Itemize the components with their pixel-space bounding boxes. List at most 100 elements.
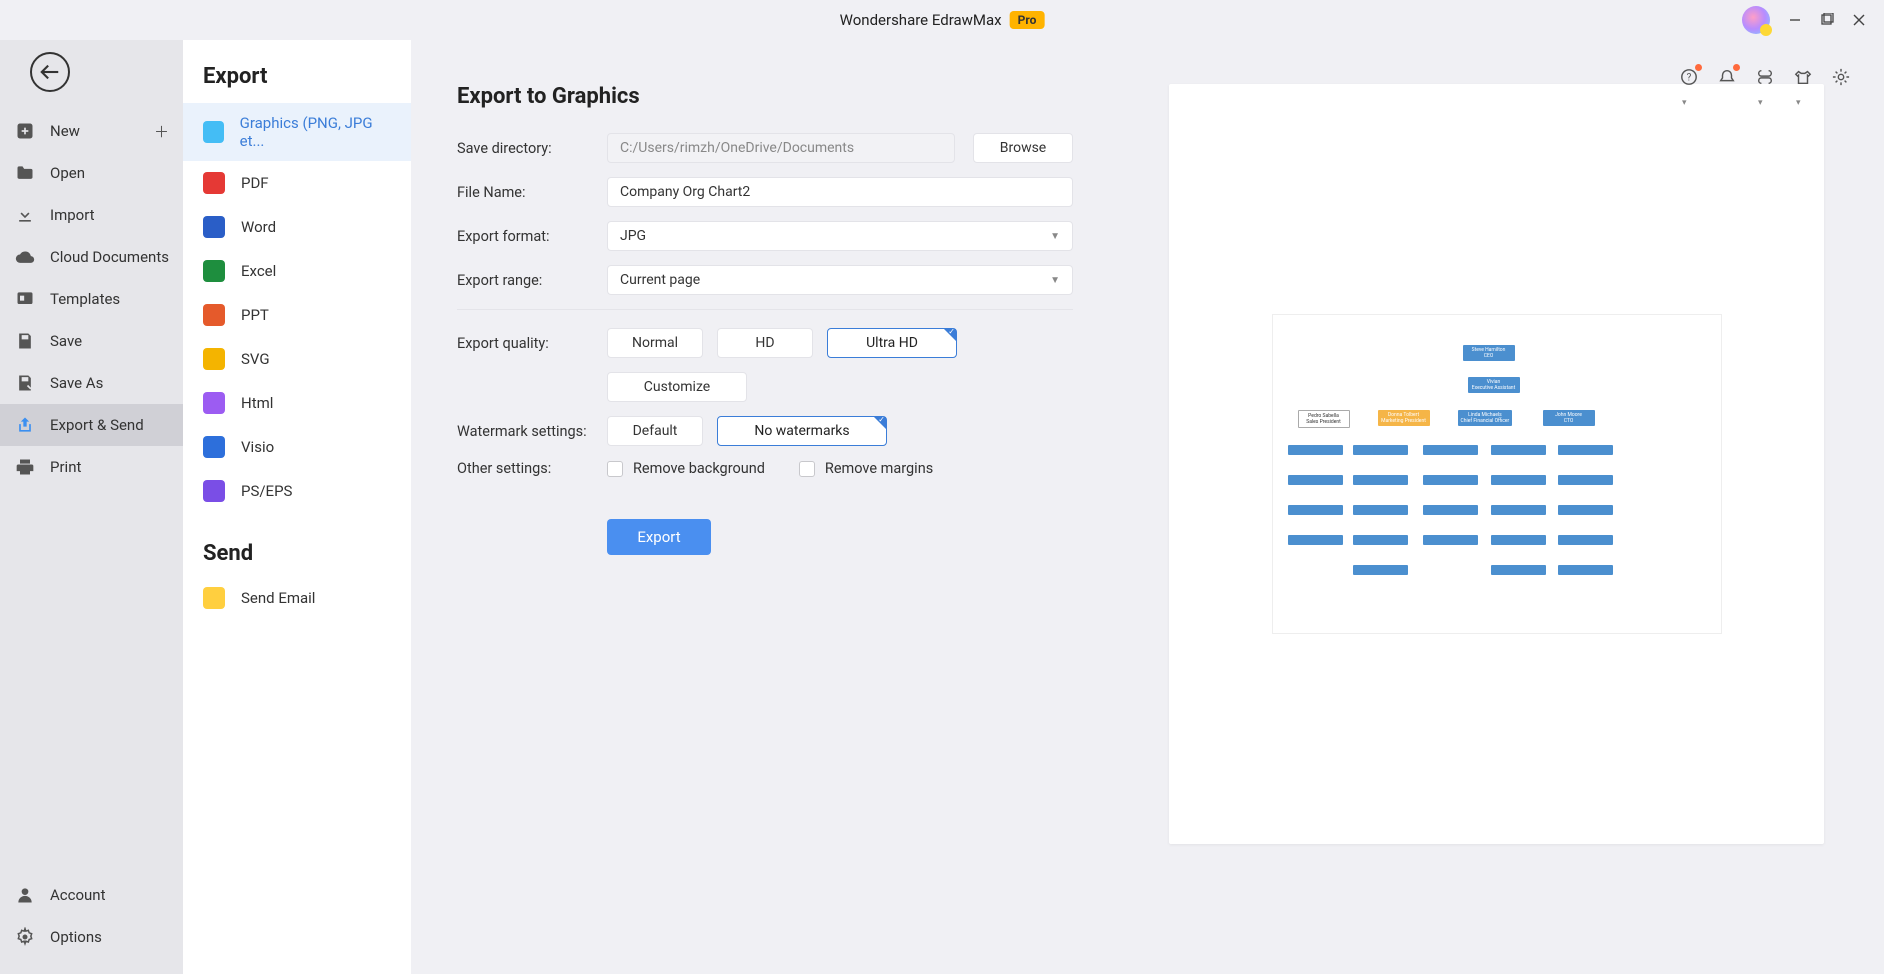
quality-option-hd[interactable]: HD [717, 328, 813, 358]
leftnav-item-new[interactable]: New ＋ [0, 110, 183, 152]
plus-icon[interactable]: ＋ [154, 121, 169, 142]
file-name-label: File Name: [457, 184, 607, 201]
chevron-down-icon: ▾ [1796, 98, 1801, 108]
preview-panel: Steve HamiltonCEO VivianExecutive Assist… [1169, 84, 1824, 844]
leftnav-item-label: New [50, 122, 80, 140]
export-type-label: PDF [241, 174, 269, 192]
titlebar-controls [1742, 6, 1884, 34]
export-header: Export [183, 64, 411, 103]
export-type-label: Excel [241, 262, 276, 280]
preview-image: Steve HamiltonCEO VivianExecutive Assist… [1272, 314, 1722, 634]
save-directory-label: Save directory: [457, 140, 607, 157]
person-icon [14, 884, 36, 906]
save-directory-input[interactable] [607, 133, 955, 163]
pro-badge: Pro [1010, 11, 1045, 29]
gear-icon [14, 926, 36, 948]
export-type-svg[interactable]: SVG [183, 337, 411, 381]
avatar[interactable] [1742, 6, 1770, 34]
remove-margins-checkbox[interactable]: Remove margins [799, 460, 933, 477]
import-icon [14, 204, 36, 226]
templates-icon [14, 288, 36, 310]
send-item-send-email[interactable]: Send Email [183, 576, 411, 620]
minimize-icon[interactable] [1788, 13, 1802, 27]
file-name-input[interactable] [607, 177, 1073, 207]
filetype-icon [203, 436, 225, 458]
export-quality-label: Export quality: [457, 335, 607, 352]
export-type-label: PS/EPS [241, 482, 292, 500]
export-format-value: JPG [620, 228, 646, 244]
titlebar: Wondershare EdrawMax Pro [0, 0, 1884, 40]
leftnav-item-label: Open [50, 164, 85, 182]
export-type-pdf[interactable]: PDF [183, 161, 411, 205]
plus-square-icon [14, 120, 36, 142]
leftnav-item-account[interactable]: Account [0, 874, 183, 916]
filetype-icon [203, 172, 225, 194]
folder-icon [14, 162, 36, 184]
export-type-graphics-png-jpg-et-[interactable]: Graphics (PNG, JPG et... [183, 103, 411, 161]
filetype-icon [203, 260, 225, 282]
quality-option-normal[interactable]: Normal [607, 328, 703, 358]
remove-margins-label: Remove margins [825, 460, 933, 477]
leftnav-item-label: Save As [50, 374, 103, 392]
leftnav-item-label: Print [50, 458, 81, 476]
export-type-label: SVG [241, 350, 270, 368]
leftnav-item-cloud-documents[interactable]: Cloud Documents [0, 236, 183, 278]
close-icon[interactable] [1852, 13, 1866, 27]
leftnav-item-label: Templates [50, 290, 120, 308]
browse-button[interactable]: Browse [973, 133, 1073, 163]
remove-background-checkbox[interactable]: Remove background [607, 460, 765, 477]
export-type-label: Visio [241, 438, 274, 456]
filetype-icon [203, 304, 225, 326]
help-toolbar: ?▾ ▾ ▾ [1680, 68, 1850, 86]
back-button[interactable] [30, 52, 70, 92]
checkbox-icon [799, 461, 815, 477]
watermark-button-group: Default No watermarks [607, 416, 887, 446]
chevron-down-icon: ▾ [1682, 98, 1687, 108]
settings-icon[interactable] [1832, 68, 1850, 86]
leftnav: New ＋ Open ImportCloud Documents Templates Sa… [0, 40, 183, 974]
export-type-visio[interactable]: Visio [183, 425, 411, 469]
maximize-icon[interactable] [1820, 13, 1834, 27]
leftnav-item-label: Save [50, 332, 82, 350]
customize-button[interactable]: Customize [607, 372, 747, 402]
export-button[interactable]: Export [607, 519, 711, 555]
help-icon[interactable]: ?▾ [1680, 68, 1698, 86]
leftnav-item-save[interactable]: Save [0, 320, 183, 362]
export-type-list: Export Graphics (PNG, JPG et... PDF Word Ex… [183, 40, 411, 974]
filetype-icon [203, 216, 225, 238]
export-type-ppt[interactable]: PPT [183, 293, 411, 337]
bell-icon[interactable] [1718, 68, 1736, 86]
leftnav-item-export-send[interactable]: Export & Send [0, 404, 183, 446]
mail-icon [203, 587, 225, 609]
quality-option-ultra-hd[interactable]: Ultra HD [827, 328, 957, 358]
export-type-label: Word [241, 218, 276, 236]
export-range-select[interactable]: Current page ▼ [607, 265, 1073, 295]
leftnav-item-open[interactable]: Open [0, 152, 183, 194]
send-header: Send [183, 513, 411, 576]
shortcut-icon[interactable]: ▾ [1756, 68, 1774, 86]
leftnav-item-import[interactable]: Import [0, 194, 183, 236]
watermark-option-default[interactable]: Default [607, 416, 703, 446]
chevron-down-icon: ▼ [1050, 231, 1060, 242]
export-type-label: Html [241, 394, 273, 412]
leftnav-item-save-as[interactable]: Save As [0, 362, 183, 404]
leftnav-item-label: Options [50, 928, 102, 946]
leftnav-item-print[interactable]: Print [0, 446, 183, 488]
leftnav-item-templates[interactable]: Templates [0, 278, 183, 320]
main-panel: ?▾ ▾ ▾ Export to Graphics Save directory… [411, 40, 1884, 974]
filetype-icon [203, 480, 225, 502]
export-type-html[interactable]: Html [183, 381, 411, 425]
app-title: Wondershare EdrawMax [840, 11, 1002, 29]
export-type-ps-eps[interactable]: PS/EPS [183, 469, 411, 513]
export-type-excel[interactable]: Excel [183, 249, 411, 293]
tshirt-icon[interactable]: ▾ [1794, 68, 1812, 86]
export-format-select[interactable]: JPG ▼ [607, 221, 1073, 251]
titlebar-center: Wondershare EdrawMax Pro [840, 11, 1045, 29]
leftnav-item-options[interactable]: Options [0, 916, 183, 958]
export-icon [14, 414, 36, 436]
export-range-label: Export range: [457, 272, 607, 289]
divider [457, 309, 1073, 310]
export-type-word[interactable]: Word [183, 205, 411, 249]
leftnav-item-label: Export & Send [50, 416, 144, 434]
watermark-option-no-watermarks[interactable]: No watermarks [717, 416, 887, 446]
